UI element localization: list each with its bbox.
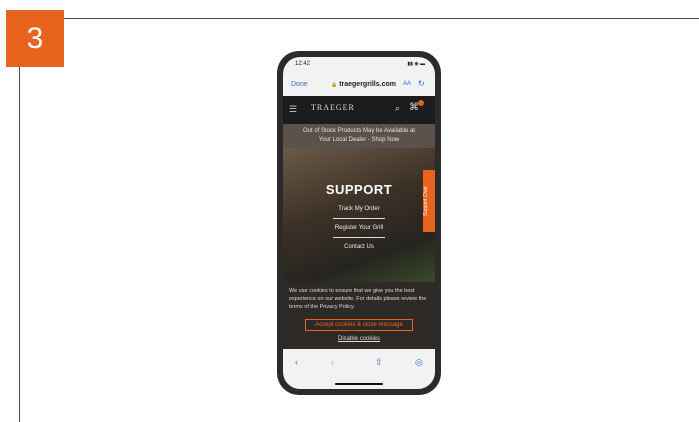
status-time: 12:42 [295, 61, 311, 67]
site-header: ☰ TRAEGER ⌕ ⌘ [283, 96, 435, 124]
track-order-link[interactable]: Track My Order [329, 206, 389, 212]
accept-cookies-button[interactable]: Accept cookies & close message [305, 319, 413, 331]
browser-url-bar: Done 🔒 traegergrills.com AA ↻ [283, 74, 435, 96]
back-icon[interactable]: ‹ [295, 357, 298, 367]
phone-screen: 12:42 ▮▮ ◉ ▬ Done 🔒 traegergrills.com AA… [283, 57, 435, 389]
hamburger-menu-icon[interactable]: ☰ [289, 104, 297, 115]
home-indicator [335, 383, 383, 385]
frame-top-border [19, 18, 699, 19]
lock-icon: 🔒 [331, 82, 338, 88]
share-icon[interactable]: ⇧ [375, 357, 383, 368]
done-button[interactable]: Done [291, 81, 308, 88]
cookie-message: We use cookies to ensure that we give yo… [289, 288, 427, 310]
browser-toolbar: ‹ › ⇧ ◎ [283, 349, 435, 389]
search-icon[interactable]: ⌕ [395, 103, 400, 114]
hero-divider [333, 237, 385, 238]
status-icons: ▮▮ ◉ ▬ [407, 61, 425, 67]
promo-line-1: Out of Stock Products May be Available a… [303, 128, 415, 134]
forward-icon[interactable]: › [331, 357, 334, 367]
cart-count-badge [418, 100, 424, 106]
step-number-badge: 3 [6, 10, 64, 67]
promo-banner[interactable]: Out of Stock Products May be Available a… [283, 124, 435, 148]
reader-aa-button[interactable]: AA [403, 81, 411, 87]
support-hero: SUPPORT Track My Order Register Your Gri… [283, 148, 435, 282]
compass-icon[interactable]: ◎ [415, 357, 423, 368]
hero-divider [333, 218, 385, 219]
promo-line-2[interactable]: Your Local Dealer - Shop Now [283, 136, 435, 145]
url-text: traegergrills.com [339, 81, 396, 88]
support-chat-tab[interactable]: Support Chat [423, 170, 435, 232]
hero-title: SUPPORT [325, 182, 393, 197]
contact-us-link[interactable]: Contact Us [329, 244, 389, 250]
reload-icon[interactable]: ↻ [418, 79, 425, 88]
status-bar: 12:42 ▮▮ ◉ ▬ [283, 57, 435, 74]
disable-cookies-link[interactable]: Disable cookies [283, 336, 435, 342]
cookie-banner: We use cookies to ensure that we give yo… [283, 282, 435, 349]
url-field[interactable]: 🔒 traegergrills.com [331, 81, 396, 88]
traeger-logo[interactable]: TRAEGER [311, 103, 355, 112]
register-grill-link[interactable]: Register Your Grill [329, 225, 389, 231]
frame-left-border [19, 18, 20, 422]
phone-mockup: 12:42 ▮▮ ◉ ▬ Done 🔒 traegergrills.com AA… [277, 51, 441, 395]
